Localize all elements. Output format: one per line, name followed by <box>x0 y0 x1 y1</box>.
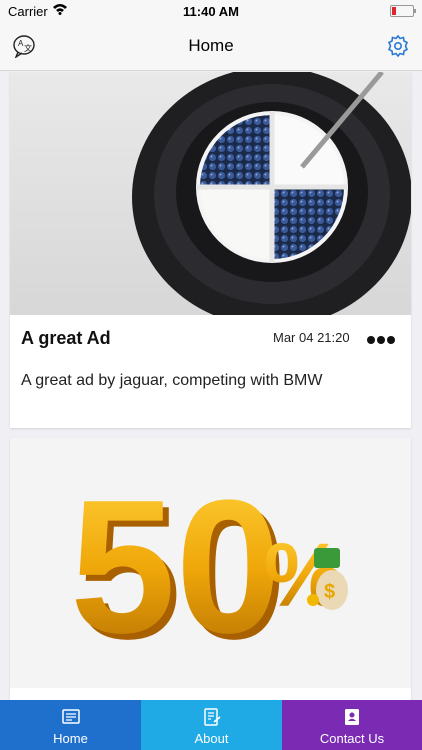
battery-icon <box>390 5 416 17</box>
post-image[interactable]: 50 50 % $ <box>10 438 411 688</box>
tab-bar: Home About Contact Us <box>0 700 422 750</box>
post-card[interactable]: A great Ad Mar 04 21:20 A great ad by ja… <box>10 72 411 428</box>
home-icon <box>61 707 81 727</box>
tab-label: Home <box>53 731 88 746</box>
tab-home[interactable]: Home <box>0 700 141 750</box>
post-feed[interactable]: A great Ad Mar 04 21:20 A great ad by ja… <box>0 72 422 700</box>
tab-about[interactable]: About <box>141 700 282 750</box>
svg-text:$: $ <box>324 581 335 603</box>
contact-icon <box>342 707 362 727</box>
tab-label: Contact Us <box>319 731 385 746</box>
post-date: Mar 04 21:20 <box>273 330 350 345</box>
navigation-bar: A 文 Home <box>0 22 422 71</box>
page-title: Home <box>188 36 234 55</box>
tab-contact-us[interactable]: Contact Us <box>282 700 422 750</box>
gear-icon[interactable] <box>386 34 410 58</box>
post-card[interactable]: 50 50 % $ <box>10 438 411 700</box>
status-bar: Carrier 11:40 AM <box>0 0 422 22</box>
svg-text:50: 50 <box>70 461 281 673</box>
post-image[interactable] <box>10 72 411 315</box>
clock: 11:40 AM <box>183 4 239 19</box>
post-description: A great ad by jaguar, competing with BMW <box>21 372 323 389</box>
tab-label: About <box>194 731 229 746</box>
about-icon <box>202 707 222 727</box>
post-title: A great Ad <box>21 328 111 348</box>
more-icon[interactable] <box>366 332 396 344</box>
